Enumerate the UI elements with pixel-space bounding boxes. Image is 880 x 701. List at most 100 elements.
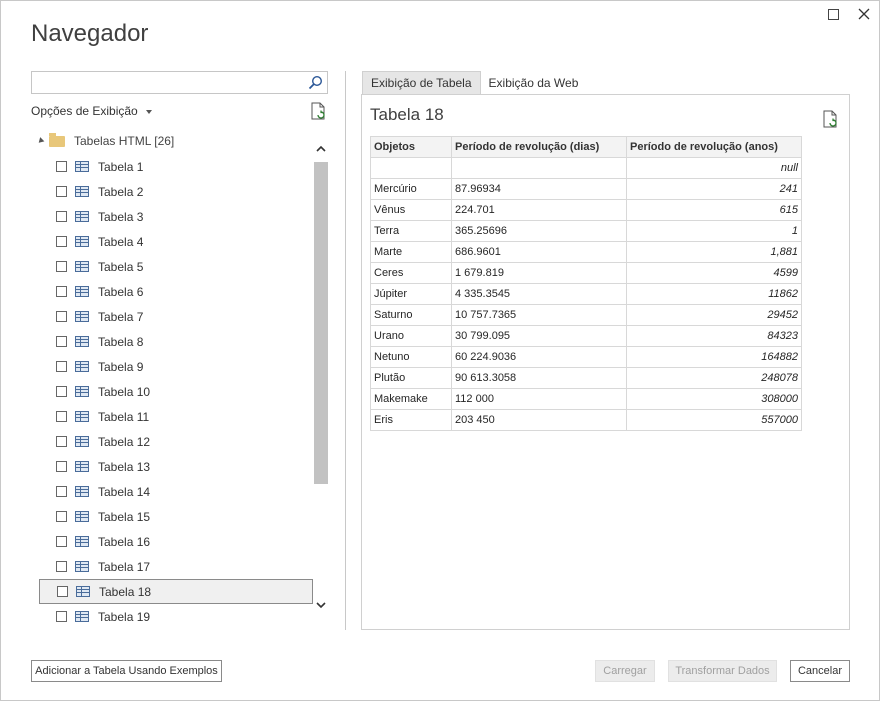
table-icon [75,611,89,622]
table-list-item-label: Tabela 1 [98,159,144,174]
table-list-item[interactable]: Tabela 19 [39,604,313,629]
table-icon [75,186,89,197]
checkbox[interactable] [56,311,67,322]
maximize-button[interactable] [825,6,841,22]
checkbox[interactable] [56,236,67,247]
table-cell: 248078 [626,367,802,389]
tab-web-view[interactable]: Exibição da Web [481,71,587,94]
table-icon [75,311,89,322]
table-list-item[interactable]: Tabela 12 [39,429,313,454]
table-list-item[interactable]: Tabela 9 [39,354,313,379]
table-icon [75,211,89,222]
search-icon[interactable] [308,75,323,93]
table-cell: Marte [370,241,452,263]
table-list-item[interactable]: Tabela 1 [39,154,313,179]
table-list-item[interactable]: Tabela 13 [39,454,313,479]
refresh-icon [823,110,837,128]
table-cell: null [626,157,802,179]
checkbox[interactable] [56,211,67,222]
table-cell: 112 000 [451,388,627,410]
preview-refresh-button[interactable] [823,110,839,132]
table-list-item[interactable]: Tabela 14 [39,479,313,504]
table-cell: Makemake [370,388,452,410]
table-cell: Urano [370,325,452,347]
column-header[interactable]: Período de revolução (dias) [451,136,627,158]
table-list-item[interactable]: Tabela 3 [39,204,313,229]
column-header[interactable]: Objetos [370,136,452,158]
table-cell: Saturno [370,304,452,326]
scrollbar-thumb[interactable] [314,162,328,484]
tree-root-html-tables[interactable]: Tabelas HTML [26] [36,132,174,148]
table-row: Marte 686.9601 1,881 [370,241,802,263]
search-input[interactable] [31,71,328,94]
table-list-item-label: Tabela 8 [98,334,144,349]
table-icon [75,411,89,422]
table-icon [75,161,89,172]
table-row: Plutão 90 613.3058 248078 [370,367,802,389]
table-icon [75,536,89,547]
checkbox[interactable] [56,486,67,497]
table-row: Terra 365.25696 1 [370,220,802,242]
refresh-button[interactable] [311,102,327,124]
cancel-button[interactable]: Cancelar [790,660,850,682]
table-list-item[interactable]: Tabela 10 [39,379,313,404]
checkbox[interactable] [56,361,67,372]
table-cell [370,157,452,179]
table-icon [75,361,89,372]
checkbox[interactable] [56,386,67,397]
checkbox[interactable] [56,561,67,572]
table-list-item-label: Tabela 2 [98,184,144,199]
table-list-item[interactable]: Tabela 6 [39,279,313,304]
checkbox[interactable] [56,611,67,622]
collapse-arrow-icon[interactable] [36,137,45,145]
table-row: null [370,157,802,179]
table-list-item[interactable]: Tabela 17 [39,554,313,579]
add-table-using-examples-button[interactable]: Adicionar a Tabela Usando Exemplos [31,660,222,682]
close-button[interactable] [856,6,872,22]
table-row: Mercúrio 87.96934 241 [370,178,802,200]
scroll-up-icon[interactable] [316,144,326,154]
table-icon [75,436,89,447]
checkbox[interactable] [56,186,67,197]
table-list-item[interactable]: Tabela 11 [39,404,313,429]
column-header[interactable]: Período de revolução (anos) [626,136,802,158]
load-button[interactable]: Carregar [595,660,655,682]
table-list-item[interactable]: Tabela 18 [39,579,313,604]
table-list-item[interactable]: Tabela 2 [39,179,313,204]
table-icon [75,336,89,347]
list-scrollbar[interactable] [313,140,329,622]
table-list-item-label: Tabela 18 [99,584,152,599]
checkbox[interactable] [56,161,67,172]
table-list-item[interactable]: Tabela 15 [39,504,313,529]
checkbox[interactable] [57,586,68,597]
checkbox[interactable] [56,536,67,547]
table-cell: 84323 [626,325,802,347]
transform-data-button[interactable]: Transformar Dados [668,660,777,682]
pane-divider[interactable] [345,71,346,630]
checkbox[interactable] [56,511,67,522]
table-list-item[interactable]: Tabela 16 [39,529,313,554]
scroll-down-icon[interactable] [316,600,326,610]
table-cell: Ceres [370,262,452,284]
checkbox[interactable] [56,436,67,447]
table-icon [75,261,89,272]
table-icon [76,586,90,597]
table-cell [451,157,627,179]
table-cell: 224.701 [451,199,627,221]
table-list-item[interactable]: Tabela 4 [39,229,313,254]
table-list-item[interactable]: Tabela 7 [39,304,313,329]
checkbox[interactable] [56,286,67,297]
checkbox[interactable] [56,411,67,422]
table-cell: 203 450 [451,409,627,431]
table-list-item[interactable]: Tabela 8 [39,329,313,354]
table-list-item[interactable]: Tabela 5 [39,254,313,279]
caret-down-icon [145,109,152,114]
display-options-dropdown[interactable]: Opções de Exibição [31,104,152,118]
table-cell: 1,881 [626,241,802,263]
checkbox[interactable] [56,461,67,472]
checkbox[interactable] [56,336,67,347]
table-row: Netuno 60 224.9036 164882 [370,346,802,368]
checkbox[interactable] [56,261,67,272]
tab-table-view[interactable]: Exibição de Tabela [362,71,481,94]
table-list-item-label: Tabela 7 [98,309,144,324]
